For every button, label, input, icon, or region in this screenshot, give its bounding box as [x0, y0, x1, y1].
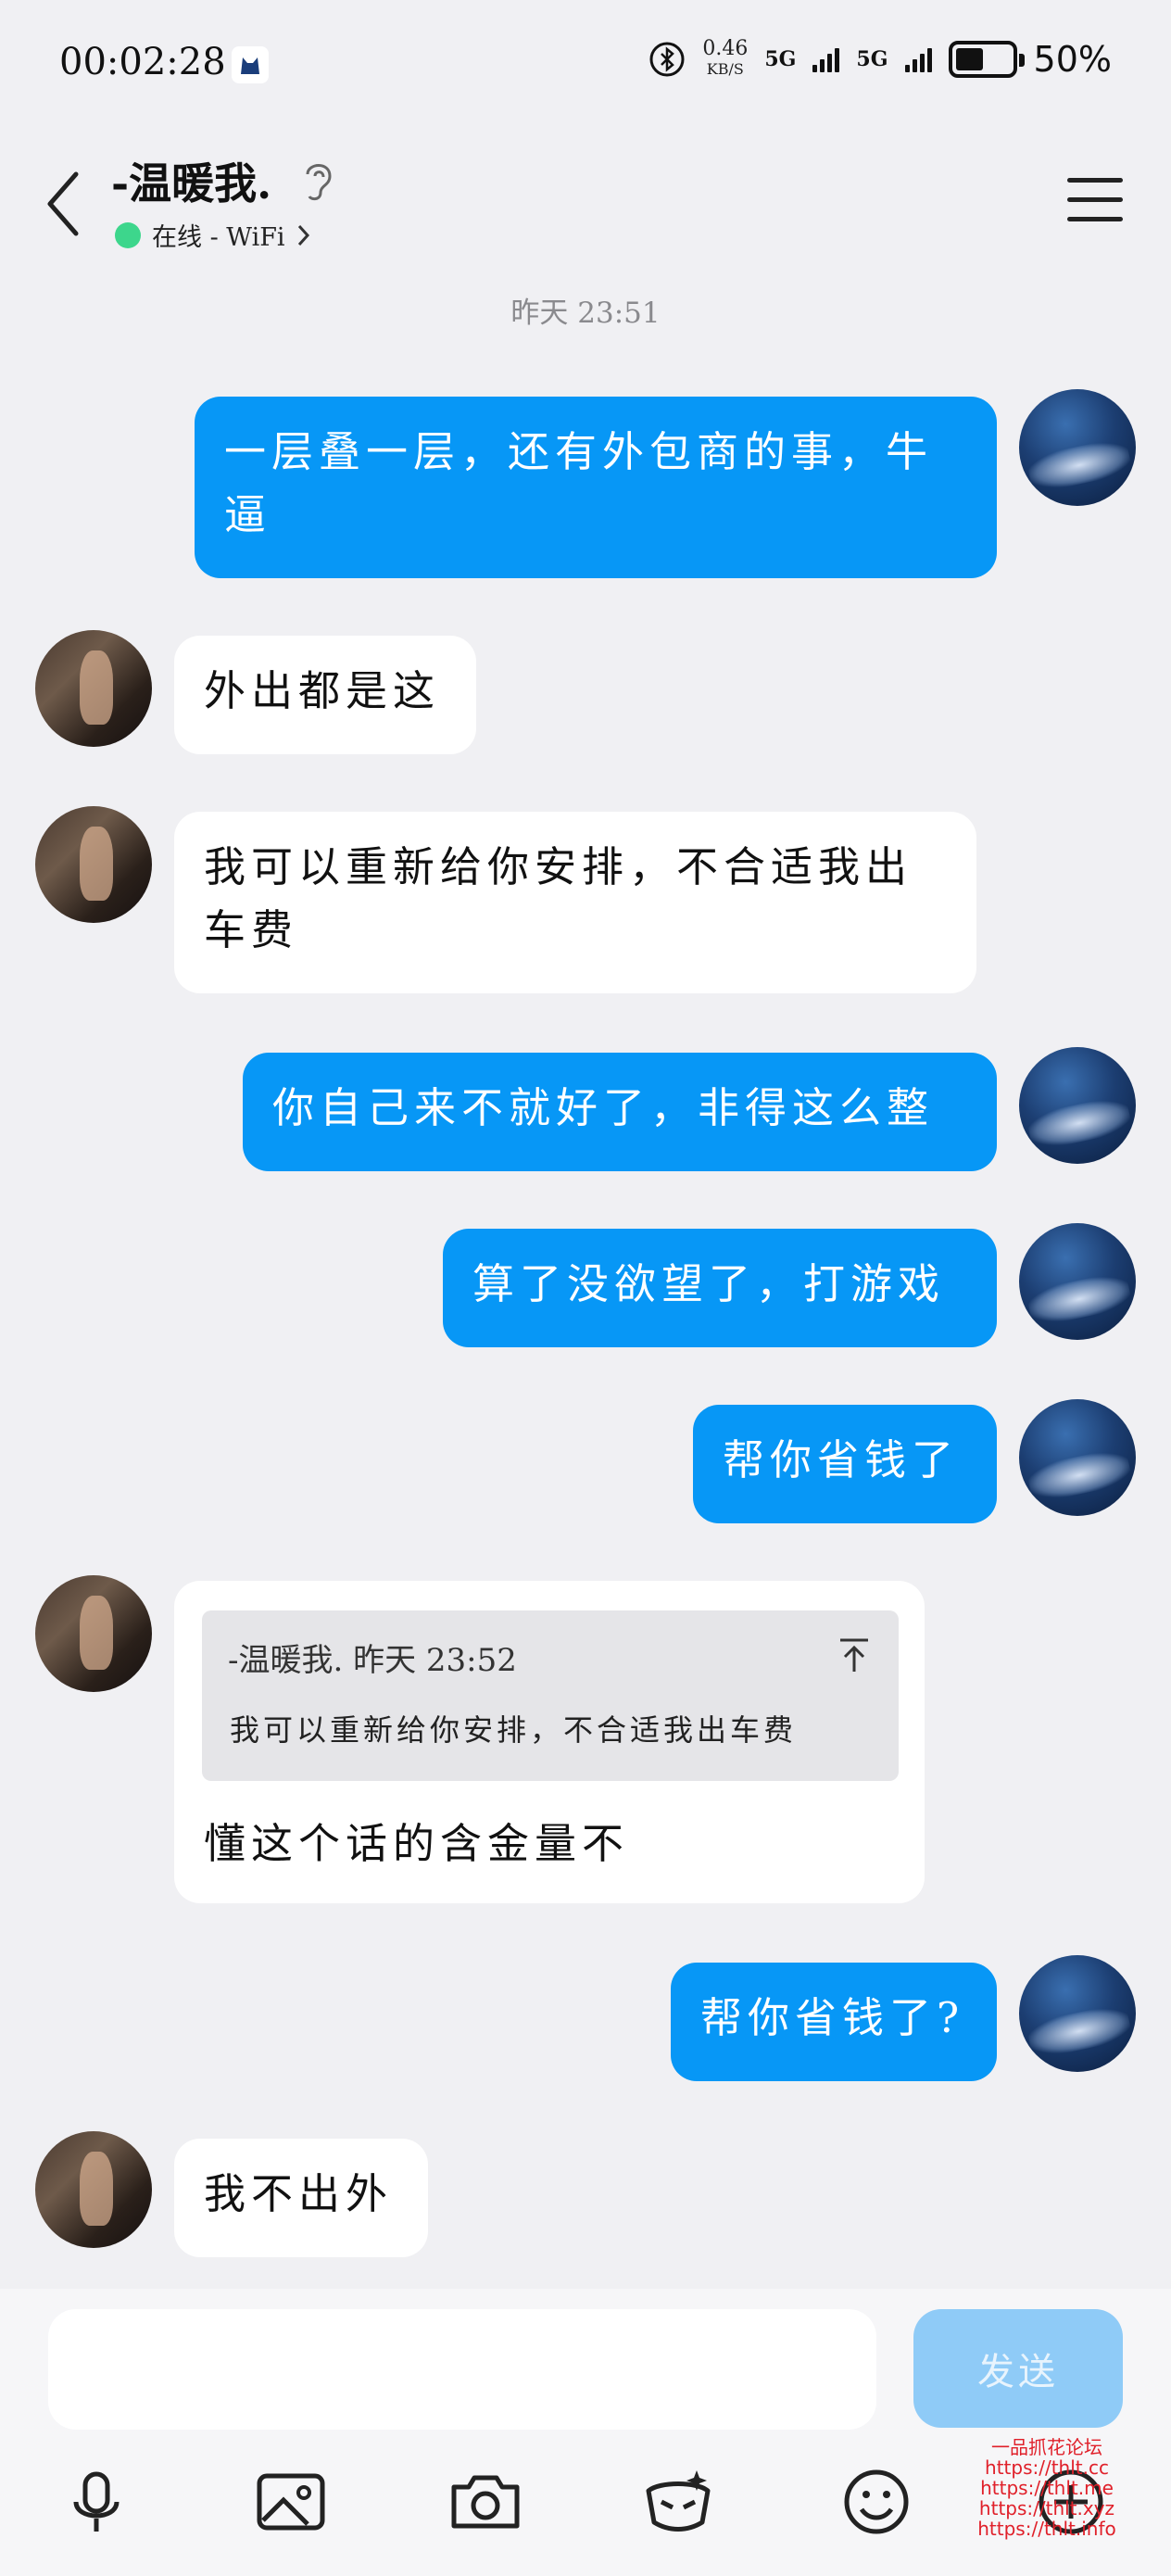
contact-avatar[interactable] [35, 1575, 152, 1692]
back-icon[interactable] [37, 167, 93, 241]
message-bubble[interactable]: 一层叠一层，还有外包商的事，牛逼 [195, 397, 997, 578]
message-bubble[interactable]: 我可以重新给你安排，不合适我出车费 [174, 812, 976, 993]
quote-header: -温暖我. 昨天 23:52 [228, 1642, 517, 1679]
my-avatar[interactable] [1019, 1223, 1136, 1340]
my-avatar[interactable] [1019, 389, 1136, 506]
contact-name[interactable]: -温暖我. [111, 150, 271, 211]
signal-bars-1-icon [812, 46, 840, 72]
message-bubble[interactable]: 帮你省钱了? [671, 1963, 997, 2081]
watermark-line: 一品抓花论坛 [991, 2436, 1102, 2458]
my-avatar[interactable] [1019, 1399, 1136, 1516]
bluetooth-icon [649, 42, 685, 77]
red-packet-icon[interactable] [641, 2465, 715, 2539]
camera-icon[interactable] [448, 2465, 523, 2539]
network-speed-unit: KB/S [706, 60, 744, 78]
message-bubble[interactable]: 你自己来不就好了，非得这么整 [243, 1053, 997, 1171]
signal-type-2: 5G [856, 47, 888, 71]
network-speed-value: 0.46 [702, 37, 749, 60]
presence-status[interactable]: 在线 - WiFi [115, 217, 311, 253]
status-indicators: 0.46 KB/S 5G 5G 50% [648, 39, 1112, 80]
message-text: 懂这个话的含金量不 [204, 1819, 630, 1868]
send-button[interactable]: 发送 [913, 2309, 1123, 2428]
chevron-right-icon [297, 224, 309, 246]
quoted-message[interactable]: -温暖我. 昨天 23:52 我可以重新给你安排，不合适我出车费 [202, 1610, 899, 1781]
watermark-line: https://thlt.info [977, 2518, 1116, 2540]
message-input[interactable] [48, 2309, 876, 2430]
watermark-line: https://thlt.xyz [978, 2497, 1115, 2519]
menu-icon[interactable] [1067, 178, 1123, 224]
image-icon[interactable] [254, 2465, 328, 2539]
battery-fill [955, 48, 983, 70]
contact-avatar[interactable] [35, 630, 152, 747]
network-speed: 0.46 KB/S [702, 39, 748, 80]
my-avatar[interactable] [1019, 1047, 1136, 1164]
message-bubble[interactable]: 算了没欲望了，打游戏 [443, 1229, 997, 1347]
ear-icon[interactable] [298, 156, 339, 204]
watermark: 一品抓花论坛 https://thlt.cc https://thlt.me h… [963, 2437, 1130, 2539]
chat-header: -温暖我. 在线 - WiFi [0, 139, 1171, 269]
status-time: 00:02:28 [59, 41, 226, 83]
signal-type-1: 5G [764, 47, 797, 71]
message-bubble[interactable]: 帮你省钱了 [693, 1405, 997, 1523]
battery-icon [948, 41, 1025, 78]
message-bubble[interactable]: 我不出外 [174, 2139, 428, 2257]
status-bar: 00:02:28 0.46 KB/S 5G 5G 50% [0, 0, 1171, 130]
message-bubble[interactable]: 外出都是这 [174, 636, 476, 754]
watermark-line: https://thlt.cc [985, 2456, 1109, 2479]
watermark-line: https://thlt.me [980, 2477, 1114, 2499]
message-timestamp: 昨天 23:51 [510, 297, 661, 330]
signal-bars-2-icon [904, 46, 932, 72]
microphone-icon[interactable] [59, 2465, 133, 2539]
quote-body: 我可以重新给你安排，不合适我出车费 [230, 1712, 798, 1748]
presence-text: 在线 - WiFi [152, 223, 285, 252]
emoji-icon[interactable] [839, 2465, 913, 2539]
contact-avatar[interactable] [35, 806, 152, 923]
contact-avatar[interactable] [35, 2131, 152, 2248]
jump-to-original-icon[interactable] [837, 1636, 871, 1673]
online-dot-icon [115, 221, 141, 248]
notification-app-icon [232, 46, 269, 83]
my-avatar[interactable] [1019, 1955, 1136, 2072]
battery-percent: 50% [1033, 39, 1112, 80]
